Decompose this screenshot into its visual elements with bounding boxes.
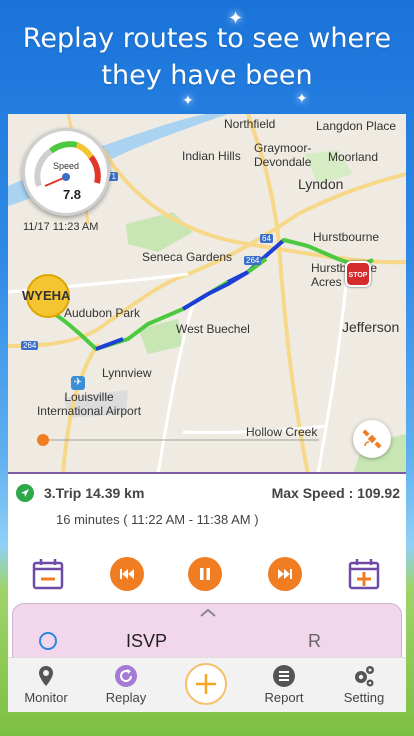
place-label: Graymoor- Devondale xyxy=(254,141,312,169)
calendar-minus-icon xyxy=(32,559,64,590)
place-label: Northfield xyxy=(224,117,276,131)
tab-monitor[interactable]: Monitor xyxy=(10,658,82,712)
pause-icon xyxy=(200,568,210,580)
place-label: Seneca Gardens xyxy=(142,250,233,264)
place-label: Audubon Park xyxy=(64,306,141,320)
headline-line-1: Replay routes to see where xyxy=(22,23,392,54)
sparkle-icon: ✦ xyxy=(228,8,244,28)
next-day-button[interactable] xyxy=(348,558,380,595)
promo-headline: Replay routes to see where they have bee… xyxy=(0,20,414,94)
trip-title: 3.Trip 14.39 km xyxy=(44,485,145,501)
satellite-icon xyxy=(362,429,382,449)
place-label: Hollow Creek xyxy=(246,425,318,439)
device-extra-label: R xyxy=(308,631,321,651)
rewind-button[interactable] xyxy=(110,557,144,591)
tab-label: Monitor xyxy=(24,690,68,705)
tab-replay[interactable]: Replay xyxy=(90,658,162,712)
app-screen: Northfield Langdon Place Indian Hills Gr… xyxy=(8,114,406,712)
place-label: Langdon Place xyxy=(316,119,397,133)
route-shield: 264 xyxy=(244,256,262,265)
device-name: ISVP xyxy=(126,631,168,651)
trip-duration: 16 minutes ( 11:22 AM - 11:38 AM ) xyxy=(56,512,259,527)
rewind-icon xyxy=(120,569,134,579)
place-label: West Buechel xyxy=(176,322,250,336)
playback-timestamp: 11/17 11:23 AM xyxy=(23,221,99,233)
navigation-icon xyxy=(16,484,34,502)
fast-forward-button[interactable] xyxy=(268,557,302,591)
fast-forward-icon xyxy=(278,569,292,579)
pause-button[interactable] xyxy=(188,557,222,591)
tab-label: Report xyxy=(264,690,304,705)
playback-track[interactable] xyxy=(49,439,319,441)
place-label: Louisville International Airport xyxy=(36,390,142,418)
map-view[interactable]: Northfield Langdon Place Indian Hills Gr… xyxy=(8,114,406,474)
replay-icon xyxy=(115,665,137,687)
bottom-tab-bar: Monitor Replay Report Setting xyxy=(8,657,406,712)
sparkle-icon: ✦ xyxy=(182,92,194,108)
trip-summary: 3.Trip 14.39 km Max Speed : 109.92 xyxy=(16,484,400,506)
speedometer: Speed 7.8 xyxy=(22,128,110,216)
playback-slider-handle[interactable] xyxy=(37,434,49,446)
speedometer-label: Speed xyxy=(52,161,80,171)
tab-setting[interactable]: Setting xyxy=(328,658,400,712)
route-shield: 64 xyxy=(260,234,273,243)
add-button[interactable] xyxy=(185,663,227,705)
plus-icon xyxy=(196,674,216,694)
chevron-up-icon[interactable] xyxy=(199,608,217,618)
start-marker-label: WYEHA xyxy=(22,288,71,303)
speed-value: 7.8 xyxy=(62,187,82,202)
stop-marker-icon[interactable]: STOP xyxy=(345,261,371,287)
tab-label: Replay xyxy=(105,690,147,705)
satellite-toggle-button[interactable] xyxy=(353,420,391,458)
place-label: Jefferson xyxy=(342,319,400,335)
location-pin-icon xyxy=(39,666,53,686)
tab-label: Setting xyxy=(343,690,385,705)
previous-day-button[interactable] xyxy=(32,558,64,595)
place-label: Hurstbourne xyxy=(313,230,380,244)
max-speed: Max Speed : 109.92 xyxy=(271,485,400,501)
airport-icon: ✈ xyxy=(71,376,85,390)
place-label: Indian Hills xyxy=(182,149,241,163)
route-shield: 264 xyxy=(21,341,39,350)
headline-line-2: they have been xyxy=(101,60,313,91)
place-label: Moorland xyxy=(328,150,379,164)
calendar-plus-icon xyxy=(348,559,380,590)
sparkle-icon: ✦ xyxy=(296,90,308,106)
place-label: Lynnview xyxy=(102,366,152,380)
device-radio[interactable] xyxy=(39,632,57,650)
place-label: Lyndon xyxy=(298,176,344,192)
list-icon xyxy=(273,665,295,687)
tab-report[interactable]: Report xyxy=(248,658,320,712)
gears-icon xyxy=(355,666,374,687)
device-drawer[interactable]: ISVP R xyxy=(12,603,402,663)
